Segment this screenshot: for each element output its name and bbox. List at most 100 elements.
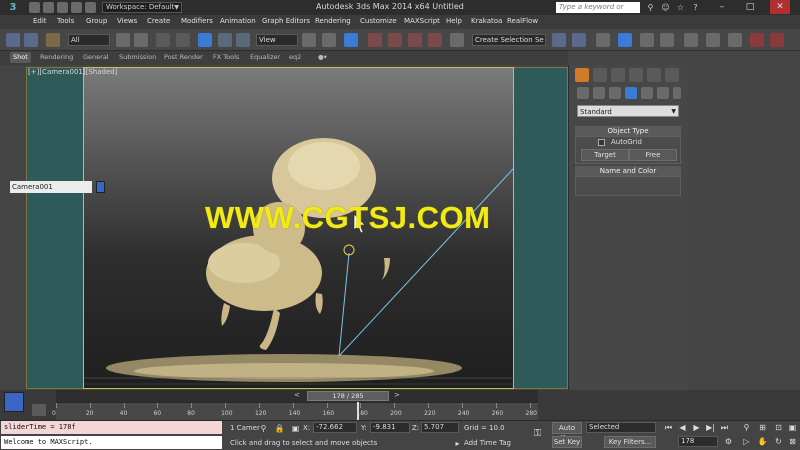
zoom-extents-all-icon[interactable]: ▣ — [786, 422, 799, 433]
space-warps-icon[interactable] — [657, 87, 669, 99]
minimize-button[interactable]: – — [712, 0, 732, 14]
align-icon[interactable] — [572, 33, 586, 47]
select-by-name-icon[interactable] — [134, 33, 148, 47]
geometry-icon[interactable] — [577, 87, 589, 99]
time-config-icon[interactable]: ⚙ — [722, 436, 735, 447]
target-button[interactable]: Target — [581, 149, 629, 161]
rotate-icon[interactable] — [218, 33, 232, 47]
close-button[interactable]: ✕ — [770, 0, 790, 14]
layer-manager-icon[interactable] — [596, 33, 610, 47]
tab-general[interactable]: General — [83, 53, 109, 61]
hierarchy-panel-tab-icon[interactable] — [611, 68, 625, 82]
absolute-mode-icon[interactable]: ▣ — [290, 423, 301, 434]
maxscript-listener-input[interactable]: sliderTime = 178f — [1, 421, 222, 434]
play-icon[interactable]: ▶ — [690, 422, 703, 433]
menu-views[interactable]: Views — [117, 17, 137, 25]
snaps-toggle-icon[interactable] — [368, 33, 382, 47]
app-logo-icon[interactable]: 3 — [0, 0, 26, 15]
category-dropdown[interactable]: Standard ▼ — [577, 105, 679, 117]
tab-post-render[interactable]: Post Render — [164, 53, 203, 61]
autogrid-checkbox[interactable] — [598, 139, 605, 146]
render-production-icon[interactable] — [750, 33, 764, 47]
object-color-swatch[interactable] — [96, 181, 105, 193]
new-file-icon[interactable] — [29, 2, 40, 13]
viewport-label[interactable]: [+][Camera001][Shaded] — [28, 68, 117, 76]
menu-help[interactable]: Help — [446, 17, 462, 25]
display-panel-tab-icon[interactable] — [647, 68, 661, 82]
menu-graph-editors[interactable]: Graph Editors — [262, 17, 310, 25]
help-icon[interactable]: ? — [690, 2, 701, 13]
pan-icon[interactable]: ✋ — [756, 436, 769, 447]
motion-panel-tab-icon[interactable] — [629, 68, 643, 82]
teapot-icon[interactable] — [770, 33, 784, 47]
redo-icon[interactable] — [85, 2, 96, 13]
menu-animation[interactable]: Animation — [220, 17, 256, 25]
add-time-tag-button[interactable]: Add Time Tag — [464, 439, 511, 447]
menu-realflow[interactable]: RealFlow — [507, 17, 538, 25]
tab-eq2[interactable]: eq2 — [289, 53, 301, 61]
select-manipulate-icon[interactable] — [322, 33, 336, 47]
key-filters-button[interactable]: Key Filters... — [604, 436, 656, 448]
material-editor-icon[interactable] — [684, 33, 698, 47]
menu-create[interactable]: Create — [147, 17, 170, 25]
current-frame-field[interactable]: 178 — [678, 436, 718, 447]
x-coordinate-field[interactable]: -72.662 — [313, 422, 357, 433]
next-frame-icon[interactable]: > — [394, 391, 400, 399]
mini-curve-editor-icon[interactable] — [4, 392, 24, 412]
tab-fx-tools[interactable]: FX Tools — [213, 53, 239, 61]
undo-icon[interactable] — [71, 2, 82, 13]
tab-shot[interactable]: Shot — [10, 52, 31, 63]
link-icon[interactable] — [6, 33, 20, 47]
angle-snap-icon[interactable] — [388, 33, 402, 47]
selection-filter-dropdown[interactable]: All — [68, 34, 110, 46]
create-panel-tab-icon[interactable] — [575, 68, 589, 82]
bind-space-warp-icon[interactable] — [46, 33, 60, 47]
field-of-view-icon[interactable]: ▷ — [740, 436, 753, 447]
mirror-icon[interactable] — [552, 33, 566, 47]
time-slider[interactable]: 178 / 285 — [307, 391, 390, 401]
schematic-view-icon[interactable] — [660, 33, 674, 47]
menu-krakatoa[interactable]: Krakatoa — [471, 17, 502, 25]
menu-customize[interactable]: Customize — [360, 17, 397, 25]
free-button[interactable]: Free — [629, 149, 677, 161]
keyboard-shortcut-override-icon[interactable] — [344, 33, 358, 47]
ribbon-toggle-icon[interactable] — [618, 33, 632, 47]
tab-rendering[interactable]: Rendering — [40, 53, 73, 61]
z-coordinate-field[interactable]: 5.707 — [421, 422, 459, 433]
search-input[interactable]: Type a keyword or phrase — [556, 2, 640, 22]
curve-editor-icon[interactable] — [640, 33, 654, 47]
lights-icon[interactable] — [609, 87, 621, 99]
window-crossing-icon[interactable] — [176, 33, 190, 47]
menu-modifiers[interactable]: Modifiers — [181, 17, 213, 25]
go-to-start-icon[interactable]: ⏮ — [662, 422, 675, 433]
name-color-rollout-header[interactable]: Name and Color — [575, 166, 681, 176]
set-key-button[interactable]: Set Key — [552, 436, 582, 448]
utilities-panel-tab-icon[interactable] — [665, 68, 679, 82]
zoom-icon[interactable]: ⚲ — [740, 422, 753, 433]
pivot-point-icon[interactable] — [302, 33, 316, 47]
render-setup-icon[interactable] — [706, 33, 720, 47]
reference-coordinate-dropdown[interactable]: View — [256, 34, 298, 46]
star-icon[interactable]: ☆ — [675, 2, 686, 13]
edit-named-selection-icon[interactable] — [450, 33, 464, 47]
workspace-dropdown[interactable]: Workspace: Default ▼ — [102, 2, 182, 13]
shapes-icon[interactable] — [593, 87, 605, 99]
auto-key-button[interactable]: Auto Key — [552, 422, 582, 442]
y-coordinate-field[interactable]: -9.831 — [370, 422, 410, 433]
track-bar-toggle-icon[interactable] — [32, 404, 46, 416]
save-file-icon[interactable] — [57, 2, 68, 13]
menu-edit[interactable]: Edit — [33, 17, 47, 25]
zoom-all-icon[interactable]: ⊞ — [756, 422, 769, 433]
open-file-icon[interactable] — [43, 2, 54, 13]
previous-frame-icon[interactable]: ◀ — [676, 422, 689, 433]
tab-equalizer[interactable]: Equalizer — [250, 53, 280, 61]
key-mode-dropdown[interactable]: Selected — [586, 422, 656, 433]
percent-snap-icon[interactable] — [408, 33, 422, 47]
unlink-icon[interactable] — [24, 33, 38, 47]
maximize-viewport-icon[interactable]: ⊠ — [786, 436, 799, 447]
menu-rendering[interactable]: Rendering — [315, 17, 351, 25]
menu-group[interactable]: Group — [86, 17, 107, 25]
prev-frame-icon[interactable]: < — [294, 391, 300, 399]
cameras-icon[interactable] — [625, 87, 637, 99]
orbit-icon[interactable]: ↻ — [772, 436, 785, 447]
